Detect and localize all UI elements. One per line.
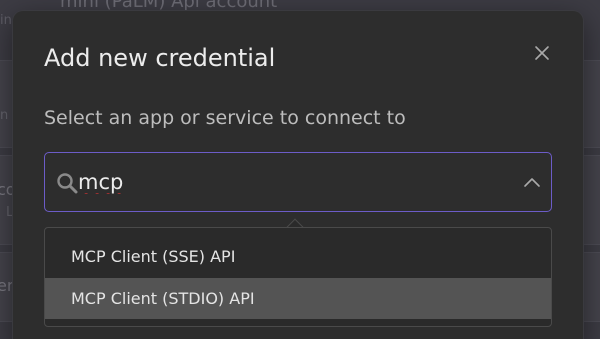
search-icon <box>57 173 78 194</box>
app-search-input[interactable] <box>78 167 498 197</box>
background-text-fragment: n <box>0 108 9 123</box>
modal-title: Add new credential <box>44 44 276 72</box>
add-credential-modal: Add new credential Select an app or serv… <box>13 11 583 339</box>
background-credential-sub: in <box>0 13 12 28</box>
modal-subtitle: Select an app or service to connect to <box>44 107 406 129</box>
app-search-box[interactable] <box>44 152 552 212</box>
dropdown-option-mcp-client-stdio[interactable]: MCP Client (STDIO) API <box>45 278 551 319</box>
background-text-fragment: er <box>0 276 14 295</box>
app-options-dropdown: MCP Client (SSE) API MCP Client (STDIO) … <box>44 227 552 327</box>
chevron-up-icon[interactable] <box>523 175 541 189</box>
close-icon <box>535 46 549 60</box>
dropdown-option-mcp-client-sse[interactable]: MCP Client (SSE) API <box>45 236 551 277</box>
close-button[interactable] <box>532 43 552 63</box>
